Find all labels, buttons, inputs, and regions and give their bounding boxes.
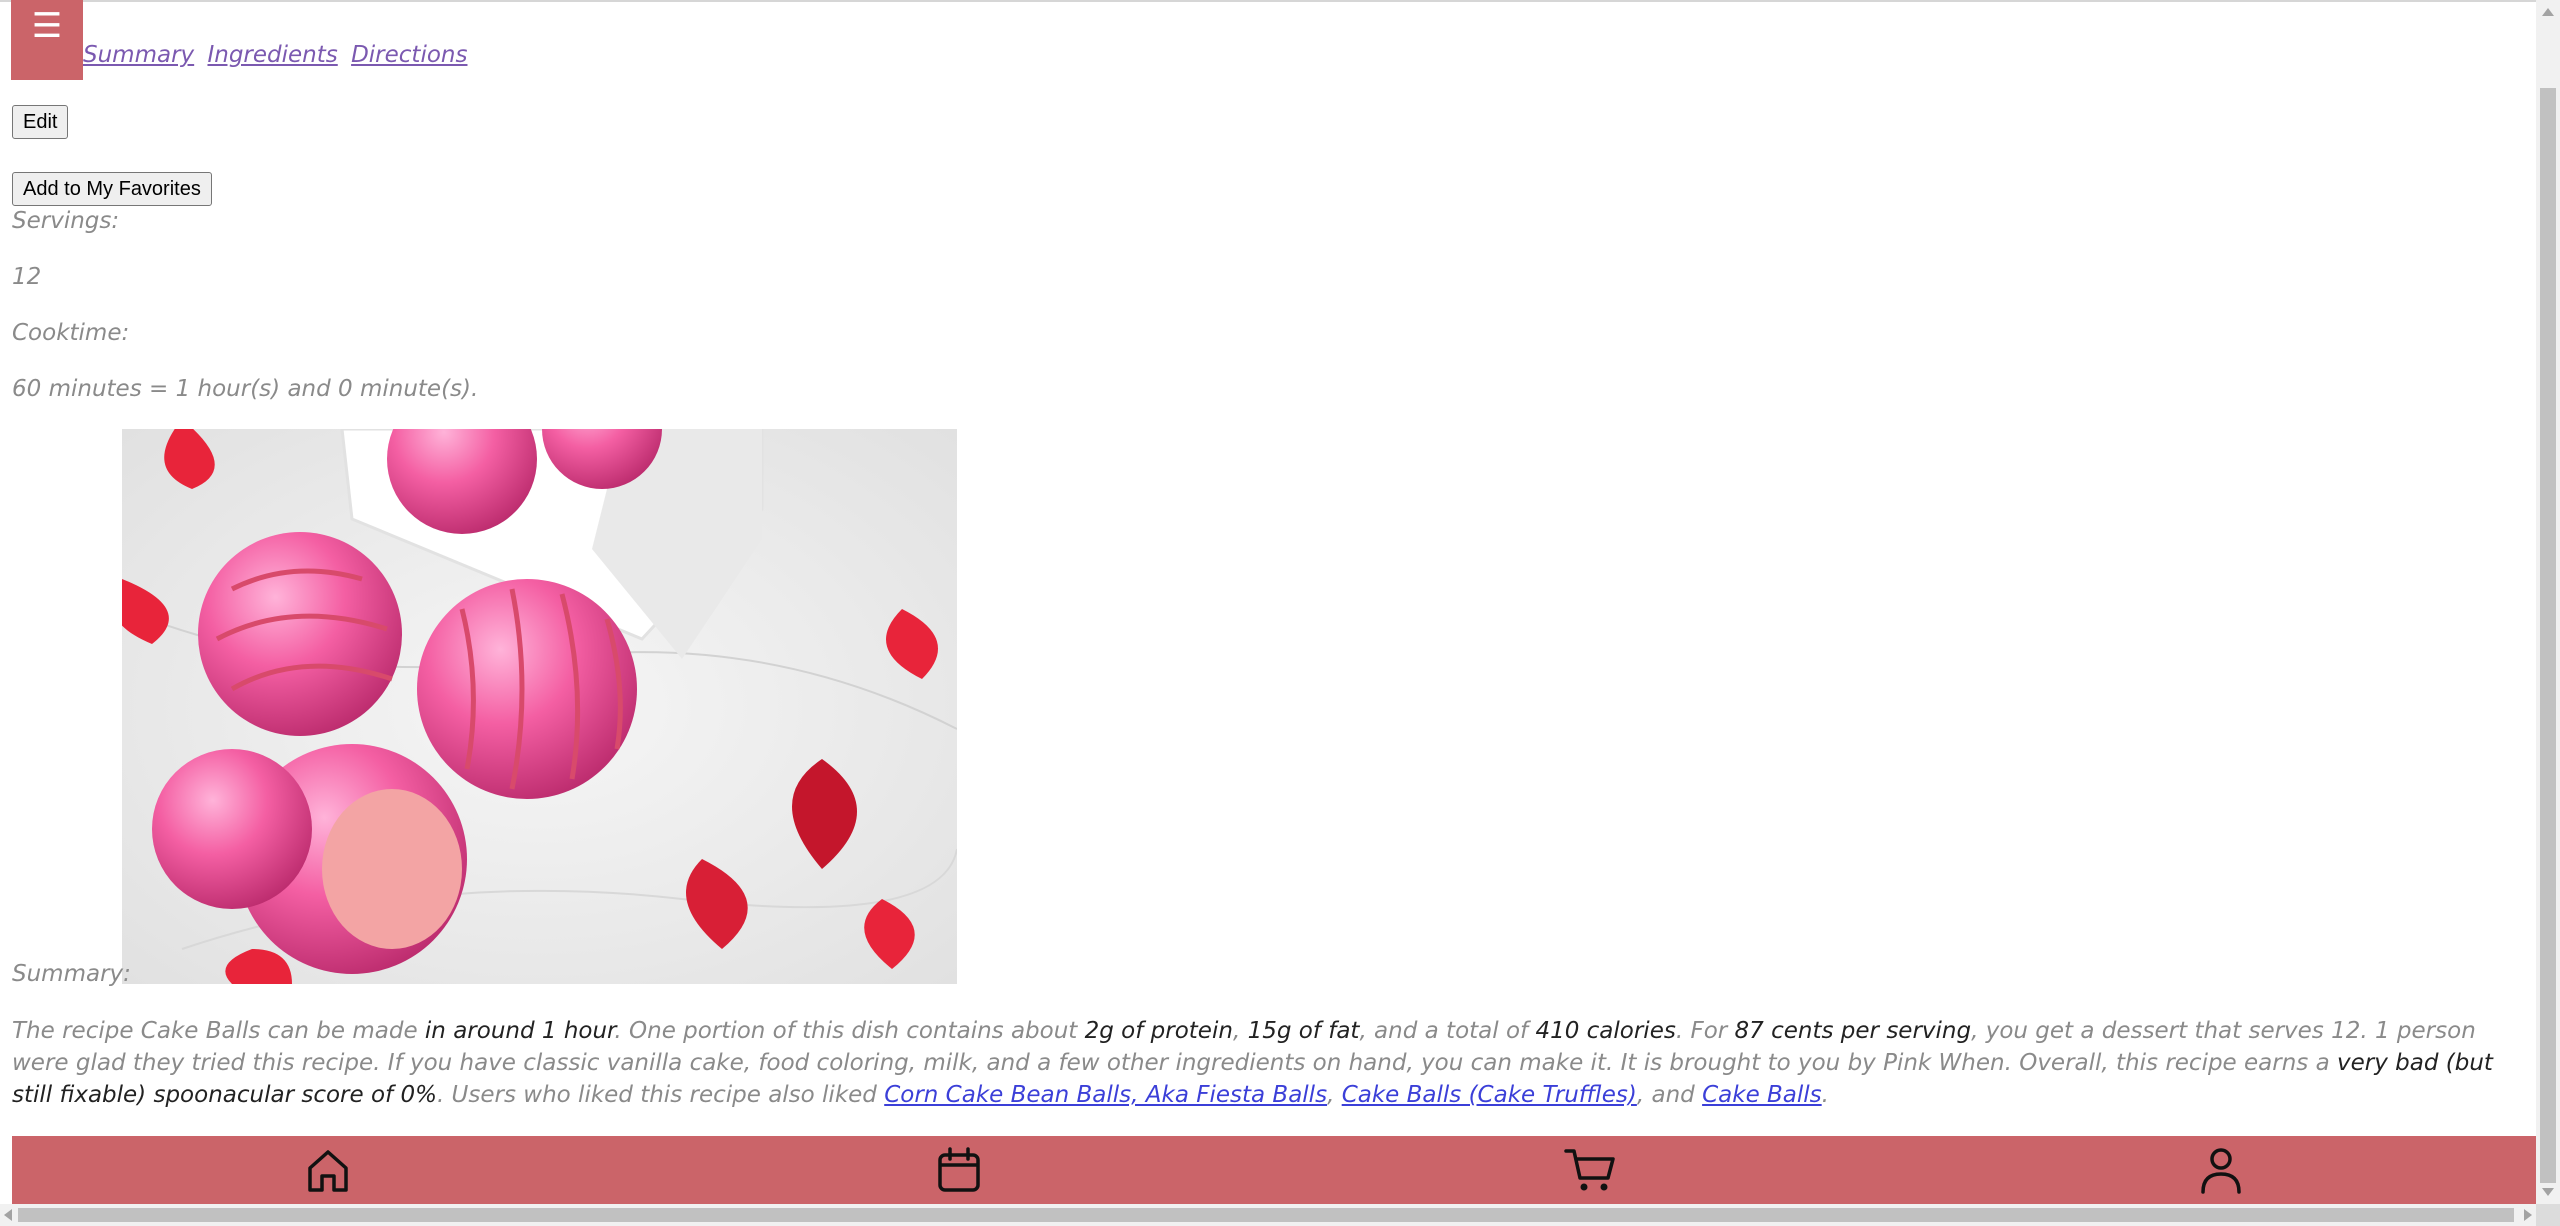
related-recipe-link[interactable]: Cake Balls — [1702, 1082, 1822, 1108]
summary-label: Summary: — [12, 961, 131, 987]
top-border — [0, 0, 2536, 2]
summary-emphasis: 87 cents per serving — [1734, 1018, 1972, 1044]
nav-profile[interactable] — [2191, 1140, 2251, 1200]
summary-emphasis: 15g of fat — [1247, 1018, 1360, 1044]
user-icon — [2200, 1148, 2241, 1194]
summary-text: . — [1821, 1082, 1829, 1108]
horizontal-scrollbar[interactable] — [0, 1204, 2536, 1226]
scrollbar-corner — [2536, 1204, 2560, 1226]
related-recipe-link[interactable]: Cake Balls (Cake Truffles) — [1342, 1082, 1637, 1108]
scroll-down-arrow-icon[interactable] — [2542, 1188, 2554, 1196]
recipe-summary: The recipe Cake Balls can be made in aro… — [12, 1015, 2527, 1111]
nav-home[interactable] — [298, 1140, 358, 1200]
home-icon — [307, 1150, 348, 1192]
tab-directions[interactable]: Directions — [351, 42, 467, 68]
recipe-page: ☰ Summary Ingredients Directions Edit Ad… — [0, 0, 2536, 1204]
scroll-right-arrow-icon[interactable] — [2524, 1209, 2532, 1221]
summary-emphasis: 2g of protein — [1084, 1018, 1233, 1044]
vertical-scroll-thumb[interactable] — [2540, 88, 2556, 1183]
nav-cart[interactable] — [1560, 1140, 1620, 1200]
hamburger-menu-button[interactable]: ☰ — [11, 0, 83, 80]
horizontal-scroll-thumb[interactable] — [18, 1208, 2514, 1222]
cooktime-value: 60 minutes = 1 hour(s) and 0 minute(s). — [12, 376, 479, 402]
cake-balls-photo — [122, 429, 957, 984]
bottom-nav — [12, 1136, 2536, 1204]
recipe-image — [122, 429, 957, 984]
add-to-favorites-button[interactable]: Add to My Favorites — [12, 172, 212, 206]
nav-calendar[interactable] — [929, 1140, 989, 1200]
summary-text: , and a total of — [1359, 1018, 1536, 1044]
cooktime-label: Cooktime: — [12, 320, 130, 346]
summary-emphasis: in around 1 hour — [424, 1018, 615, 1044]
tab-ingredients[interactable]: Ingredients — [207, 42, 337, 68]
vertical-scrollbar[interactable] — [2536, 0, 2560, 1204]
tab-summary[interactable]: Summary — [83, 42, 194, 68]
summary-text: . One portion of this dish contains abou… — [614, 1018, 1085, 1044]
edit-button[interactable]: Edit — [12, 105, 69, 139]
summary-emphasis: 410 calories — [1535, 1018, 1676, 1044]
servings-label: Servings: — [12, 208, 120, 234]
summary-text: , — [1232, 1018, 1248, 1044]
recipe-tabs: Summary Ingredients Directions — [83, 42, 473, 68]
scroll-left-arrow-icon[interactable] — [4, 1209, 12, 1221]
hamburger-menu-icon: ☰ — [31, 6, 63, 46]
summary-text: . For — [1675, 1018, 1735, 1044]
scroll-up-arrow-icon[interactable] — [2542, 8, 2554, 16]
summary-text: The recipe Cake Balls can be made — [12, 1018, 425, 1044]
calendar-icon — [937, 1147, 980, 1192]
summary-text: , — [1327, 1082, 1342, 1108]
cart-icon — [1563, 1149, 1615, 1191]
servings-value: 12 — [12, 264, 42, 290]
summary-text: , and — [1636, 1082, 1703, 1108]
summary-text: . Users who liked this recipe also liked — [436, 1082, 885, 1108]
related-recipe-link[interactable]: Corn Cake Bean Balls, Aka Fiesta Balls — [884, 1082, 1327, 1108]
